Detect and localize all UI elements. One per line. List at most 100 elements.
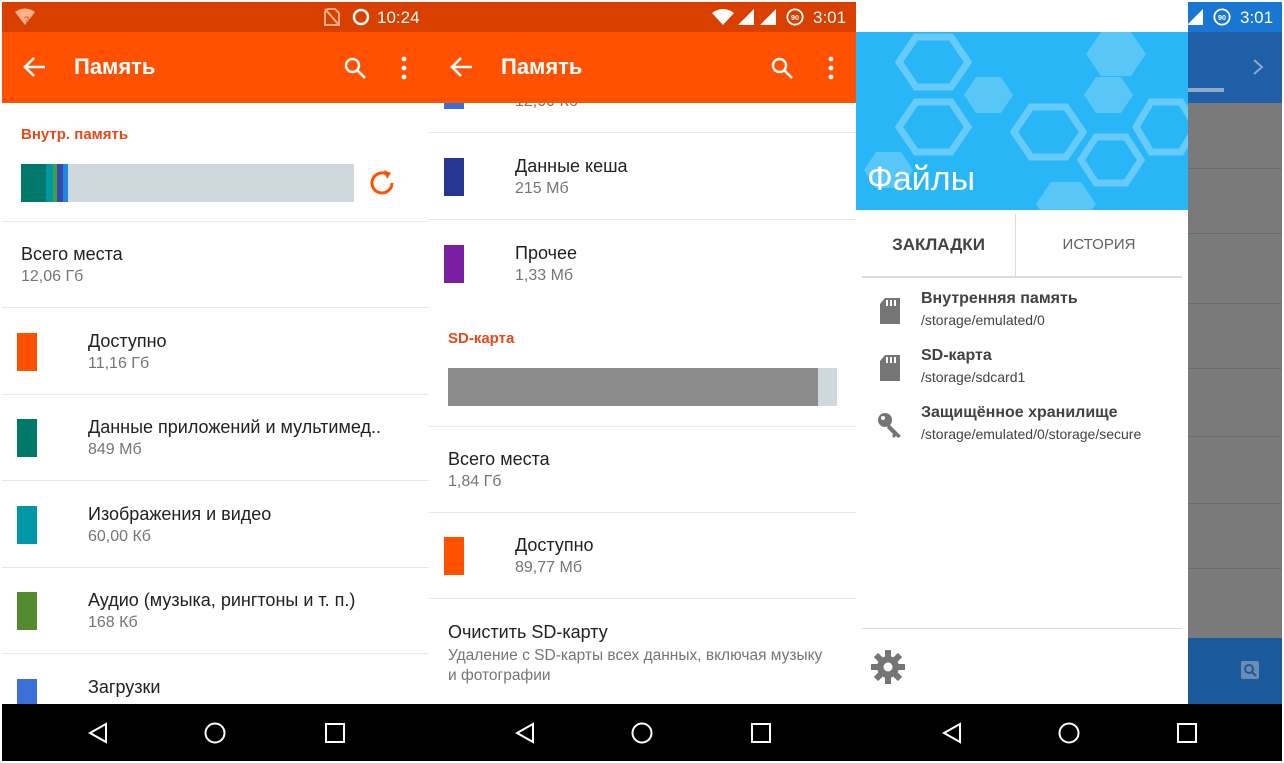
section-header-internal: Внутр. память <box>21 126 129 143</box>
sd-card-icon <box>880 298 900 324</box>
battery-charging-icon <box>352 8 370 26</box>
back-arrow-icon[interactable] <box>449 54 475 80</box>
sd-card-icon <box>880 355 900 381</box>
bookmark-path: /storage/sdcard1 <box>921 369 1026 385</box>
back-arrow-icon[interactable] <box>22 54 48 80</box>
nav-recents-icon[interactable] <box>749 721 773 745</box>
drawer-header: Файлы <box>856 32 1188 210</box>
nav-recents-icon[interactable] <box>1175 721 1199 745</box>
item-size: 11,16 Гб <box>88 355 150 372</box>
search-icon[interactable] <box>770 56 794 80</box>
status-bar: 90 3:01 <box>429 2 856 32</box>
sd-item-available[interactable]: Доступно 89,77 Мб <box>429 513 856 599</box>
color-swatch <box>17 419 37 457</box>
item-name: Прочее <box>515 243 577 263</box>
wifi-question-icon: ? <box>15 8 35 25</box>
background-toolbar <box>1188 32 1282 103</box>
bookmark-secure-storage[interactable]: Защищённое хранилище /storage/emulated/0… <box>862 400 1182 456</box>
storage-list: 12,00 Кб Данные кеша 215 Мб Прочее 1,33 … <box>429 103 856 704</box>
nav-home-icon[interactable] <box>1057 721 1081 745</box>
color-swatch <box>444 158 464 196</box>
files-drawer-screen: 90 3:01 Файлы ЗАКЛАДКИ ИСТОРИЯ Внутрення… <box>856 2 1282 761</box>
nav-back-icon[interactable] <box>513 721 537 745</box>
battery-level: 90 <box>791 13 799 22</box>
color-swatch <box>17 506 37 544</box>
storage-item-downloads[interactable]: Загрузки <box>2 655 429 704</box>
refresh-icon[interactable] <box>366 167 398 199</box>
bar-segment <box>56 164 64 202</box>
status-time: 3:01 <box>1240 8 1274 27</box>
chevron-right-icon <box>1253 59 1264 75</box>
item-name: Данные кеша <box>515 156 628 176</box>
total-space-value: 12,06 Гб <box>21 268 84 285</box>
clear-sd-description: Удаление с SD-карты всех данных, включая… <box>448 647 823 684</box>
signal-icon <box>738 9 754 25</box>
no-sim-icon <box>324 8 340 26</box>
color-swatch <box>17 679 37 704</box>
item-size: 849 Мб <box>88 441 142 458</box>
bookmark-path: /storage/emulated/0 <box>921 312 1045 328</box>
image-search-icon <box>1241 661 1259 679</box>
background-bottom-bar <box>1188 638 1282 704</box>
storage-item-audio[interactable]: Аудио (музыка, рингтоны и т. п.) 168 Кб <box>2 568 429 654</box>
nav-bar <box>429 704 856 761</box>
sd-usage-bar <box>448 368 837 406</box>
bookmark-name: Внутренняя память <box>921 290 1078 307</box>
nav-recents-icon[interactable] <box>323 721 347 745</box>
item-size: 1,33 Мб <box>515 267 574 284</box>
storage-item-images[interactable]: Изображения и видео 60,00 Кб <box>2 482 429 568</box>
item-name: Доступно <box>88 331 167 351</box>
color-swatch <box>17 333 37 371</box>
bookmark-internal-storage[interactable]: Внутренняя память /storage/emulated/0 <box>862 286 1182 342</box>
nav-back-icon[interactable] <box>940 721 964 745</box>
storage-item-other[interactable]: Прочее 1,33 Мб <box>429 221 856 307</box>
navigation-drawer: Файлы ЗАКЛАДКИ ИСТОРИЯ Внутренняя память… <box>856 2 1188 704</box>
item-size: 60,00 Кб <box>88 528 151 545</box>
nav-bar <box>856 704 1282 761</box>
signal-icon <box>1187 9 1203 25</box>
tab-bookmarks[interactable]: ЗАКЛАДКИ <box>862 214 1016 276</box>
drawer-title: Файлы <box>867 160 976 198</box>
color-swatch <box>444 537 464 575</box>
background-list <box>1188 103 1282 638</box>
gear-icon[interactable] <box>870 649 906 685</box>
total-space-row: Всего места 12,06 Гб <box>2 222 429 308</box>
toolbar-title: Память <box>74 54 156 79</box>
bar-segment <box>45 164 53 202</box>
storage-usage-bar <box>21 164 354 202</box>
battery-level: 90 <box>1218 13 1226 22</box>
storage-item-partial[interactable]: 12,00 Кб <box>429 103 856 133</box>
status-bar: ? 10:24 <box>2 2 429 32</box>
more-vert-icon[interactable] <box>826 56 836 80</box>
storage-item-available[interactable]: Доступно 11,16 Гб <box>2 309 429 395</box>
bar-segment <box>448 368 818 406</box>
search-icon[interactable] <box>343 56 367 80</box>
tab-history[interactable]: ИСТОРИЯ <box>1016 214 1182 276</box>
bookmark-name: Защищённое хранилище <box>921 404 1118 421</box>
storage-screen-internal: ? 10:24 Память Внутр. память Всего места… <box>2 2 429 761</box>
storage-screen-sd: 90 3:01 Память 12,00 Кб Данные кеша 215 … <box>429 2 856 761</box>
color-swatch <box>444 103 464 109</box>
total-space-value: 1,84 Гб <box>448 473 502 490</box>
nav-home-icon[interactable] <box>630 721 654 745</box>
bar-segment <box>63 164 68 202</box>
clear-sd-row[interactable]: Очистить SD-карту Удаление с SD-карты вс… <box>429 600 856 704</box>
bookmark-path: /storage/emulated/0/storage/secure <box>921 426 1142 442</box>
item-size: 89,77 Мб <box>515 559 582 576</box>
nav-home-icon[interactable] <box>203 721 227 745</box>
battery-icon: 90 <box>1213 8 1231 26</box>
more-vert-icon[interactable] <box>399 56 409 80</box>
total-space-label: Всего места <box>21 244 123 264</box>
toolbar: Память <box>2 32 429 103</box>
clear-sd-title: Очистить SD-карту <box>448 622 608 642</box>
wifi-icon <box>712 9 734 25</box>
sd-total-space-row: Всего места 1,84 Гб <box>429 427 856 513</box>
bookmark-sd-card[interactable]: SD-карта /storage/sdcard1 <box>862 343 1182 399</box>
toolbar-title: Память <box>501 54 583 79</box>
status-time: 3:01 <box>813 8 847 27</box>
battery-icon: 90 <box>786 8 804 26</box>
storage-item-apps[interactable]: Данные приложений и мультимед.. 849 Мб <box>2 395 429 481</box>
key-icon <box>878 413 901 438</box>
storage-item-cache[interactable]: Данные кеша 215 Мб <box>429 134 856 220</box>
nav-back-icon[interactable] <box>86 721 110 745</box>
